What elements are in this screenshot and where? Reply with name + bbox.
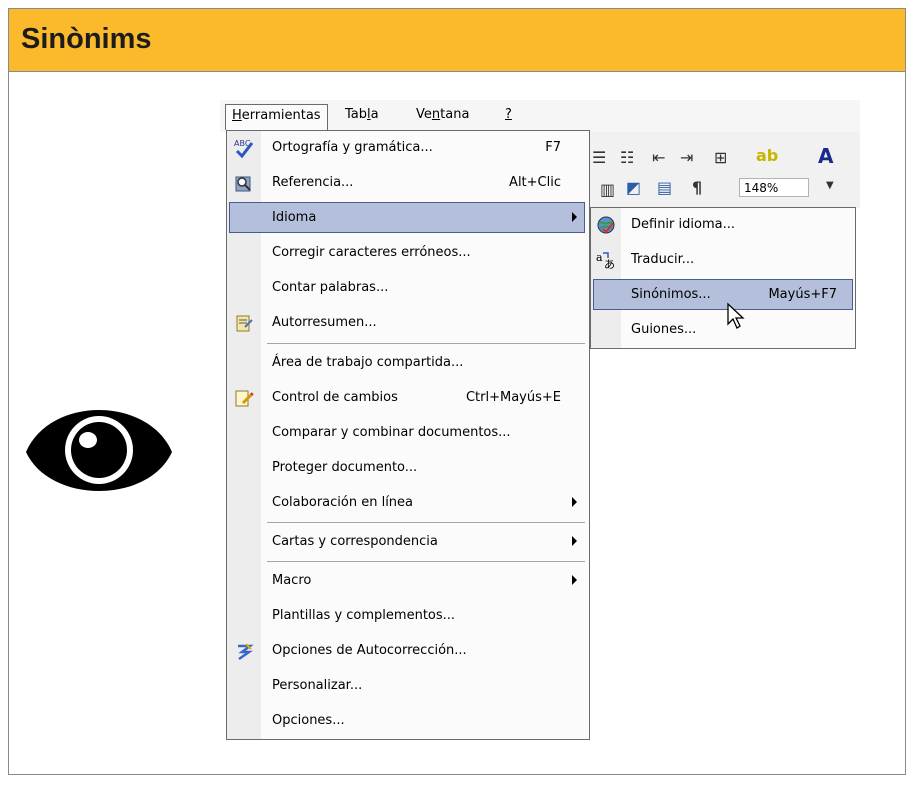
submenu-item-label: Traducir... [631, 252, 695, 267]
menu-item-label: Control de cambios [272, 390, 398, 405]
svg-text:あ: あ [604, 258, 615, 271]
menu-item-label: Área de trabajo compartida... [272, 355, 464, 370]
menu-tabla[interactable]: Tabla [345, 107, 379, 122]
menu-item-label: Idioma [272, 210, 317, 225]
submenu-item-label: Definir idioma... [631, 217, 735, 232]
menu-item-label: Referencia... [272, 175, 354, 190]
menu-item-label: Cartas y correspondencia [272, 534, 438, 549]
menu-item-proteger[interactable]: Proteger documento... [227, 451, 589, 486]
menu-item-comparar[interactable]: Comparar y combinar documentos... [227, 416, 589, 451]
herramientas-menu: ABC Ortografía y gramática... F7 Referen… [226, 130, 590, 740]
menu-item-label: Proteger documento... [272, 460, 418, 475]
page-title: Sinònims [21, 23, 152, 55]
submenu-item-definir-idioma[interactable]: Definir idioma... [591, 208, 855, 242]
menu-item-label: Plantillas y complementos... [272, 608, 456, 623]
menu-item-macro[interactable]: Macro [227, 564, 589, 599]
menu-item-shortcut: Ctrl+Mayús+E [465, 390, 561, 405]
submenu-item-label: Sinónimos... [631, 287, 711, 302]
menu-item-referencia[interactable]: Referencia... Alt+Clic [227, 166, 589, 201]
menu-herramientas[interactable]: Herramientas [225, 104, 328, 130]
menu-item-plantillas[interactable]: Plantillas y complementos... [227, 599, 589, 634]
submenu-item-sinonimos[interactable]: Sinónimos... Mayús+F7 [591, 278, 855, 312]
menu-item-shortcut: Alt+Clic [509, 175, 561, 190]
menu-item-label: Autorresumen... [272, 315, 377, 330]
submenu-arrow-icon [572, 212, 577, 222]
spelling-icon: ABC [234, 139, 254, 159]
menu-item-label: Contar palabras... [272, 280, 389, 295]
menu-item-idioma[interactable]: Idioma [227, 201, 589, 236]
menu-item-label: Opciones... [272, 713, 345, 728]
zoom-select[interactable]: 148% [739, 178, 809, 197]
font-color-icon[interactable]: A [818, 144, 833, 168]
word-screenshot: Herramientas Tabla Ventana ? ☰ ☷ ⇤ ⇥ ⊞ a… [220, 100, 860, 740]
submenu-item-label: Guiones... [631, 322, 697, 337]
menu-item-label: Personalizar... [272, 678, 363, 693]
show-hide-icon[interactable]: ¶ [692, 178, 702, 197]
highlight-icon[interactable]: ab [756, 146, 778, 165]
menu-item-ortografia[interactable]: ABC Ortografía y gramática... F7 [227, 131, 589, 166]
menu-separator [267, 522, 585, 523]
submenu-item-traducir[interactable]: aあ Traducir... [591, 243, 855, 277]
translate-icon: aあ [596, 251, 615, 271]
menu-item-control-cambios[interactable]: Control de cambios Ctrl+Mayús+E [227, 381, 589, 416]
chevron-down-icon[interactable]: ▼ [826, 180, 834, 191]
menu-item-label: Colaboración en línea [272, 495, 414, 510]
menu-separator [267, 343, 585, 344]
autocorrect-icon [238, 643, 254, 661]
submenu-arrow-icon [572, 575, 577, 585]
menu-item-personalizar[interactable]: Personalizar... [227, 669, 589, 704]
menu-item-cartas[interactable]: Cartas y correspondencia [227, 525, 589, 560]
menu-item-colaboracion[interactable]: Colaboración en línea [227, 486, 589, 521]
menu-item-autorresumen[interactable]: Autorresumen... [227, 306, 589, 341]
borders-icon[interactable]: ⊞ [714, 148, 727, 167]
decrease-indent-icon[interactable]: ⇤ [652, 148, 665, 167]
mouse-cursor-icon [727, 302, 745, 329]
submenu-item-shortcut: Mayús+F7 [768, 287, 837, 302]
idioma-submenu: Definir idioma... aあ Traducir... Sinónim… [590, 207, 856, 349]
submenu-arrow-icon [572, 497, 577, 507]
columns-icon[interactable]: ▥ [600, 180, 615, 199]
menu-item-shortcut: F7 [545, 140, 561, 155]
submenu-item-guiones[interactable]: Guiones... [591, 313, 855, 347]
menu-item-area-trabajo[interactable]: Área de trabajo compartida... [227, 346, 589, 381]
align-justify-icon[interactable]: ☰ [592, 148, 606, 167]
research-icon [235, 176, 251, 192]
submenu-arrow-icon [572, 536, 577, 546]
menu-item-contar[interactable]: Contar palabras... [227, 271, 589, 306]
menu-item-label: Opciones de Autocorrección... [272, 643, 467, 658]
menu-item-label: Macro [272, 573, 312, 588]
menu-item-label: Ortografía y gramática... [272, 140, 433, 155]
track-changes-icon [235, 390, 254, 407]
menu-bar: Herramientas Tabla Ventana ? [220, 100, 860, 132]
menu-item-label: Comparar y combinar documentos... [272, 425, 511, 440]
drawing-icon[interactable]: ◩ [626, 178, 641, 197]
menu-ventana[interactable]: Ventana [416, 107, 469, 122]
menu-separator [267, 561, 585, 562]
set-language-icon [597, 216, 615, 234]
menu-item-opciones[interactable]: Opciones... [227, 704, 589, 739]
menu-item-corregir[interactable]: Corregir caracteres erróneos... [227, 236, 589, 271]
menu-item-label: Corregir caracteres erróneos... [272, 245, 471, 260]
autosummarize-icon [236, 315, 253, 332]
document-map-icon[interactable]: ▤ [657, 178, 672, 197]
menu-help[interactable]: ? [505, 107, 512, 122]
bullets-icon[interactable]: ☷ [620, 148, 634, 167]
menu-item-autocorreccion[interactable]: Opciones de Autocorrección... [227, 634, 589, 669]
svg-text:a: a [596, 251, 603, 264]
increase-indent-icon[interactable]: ⇥ [680, 148, 693, 167]
card-header: Sinònims [9, 9, 905, 72]
eye-icon [26, 410, 172, 491]
